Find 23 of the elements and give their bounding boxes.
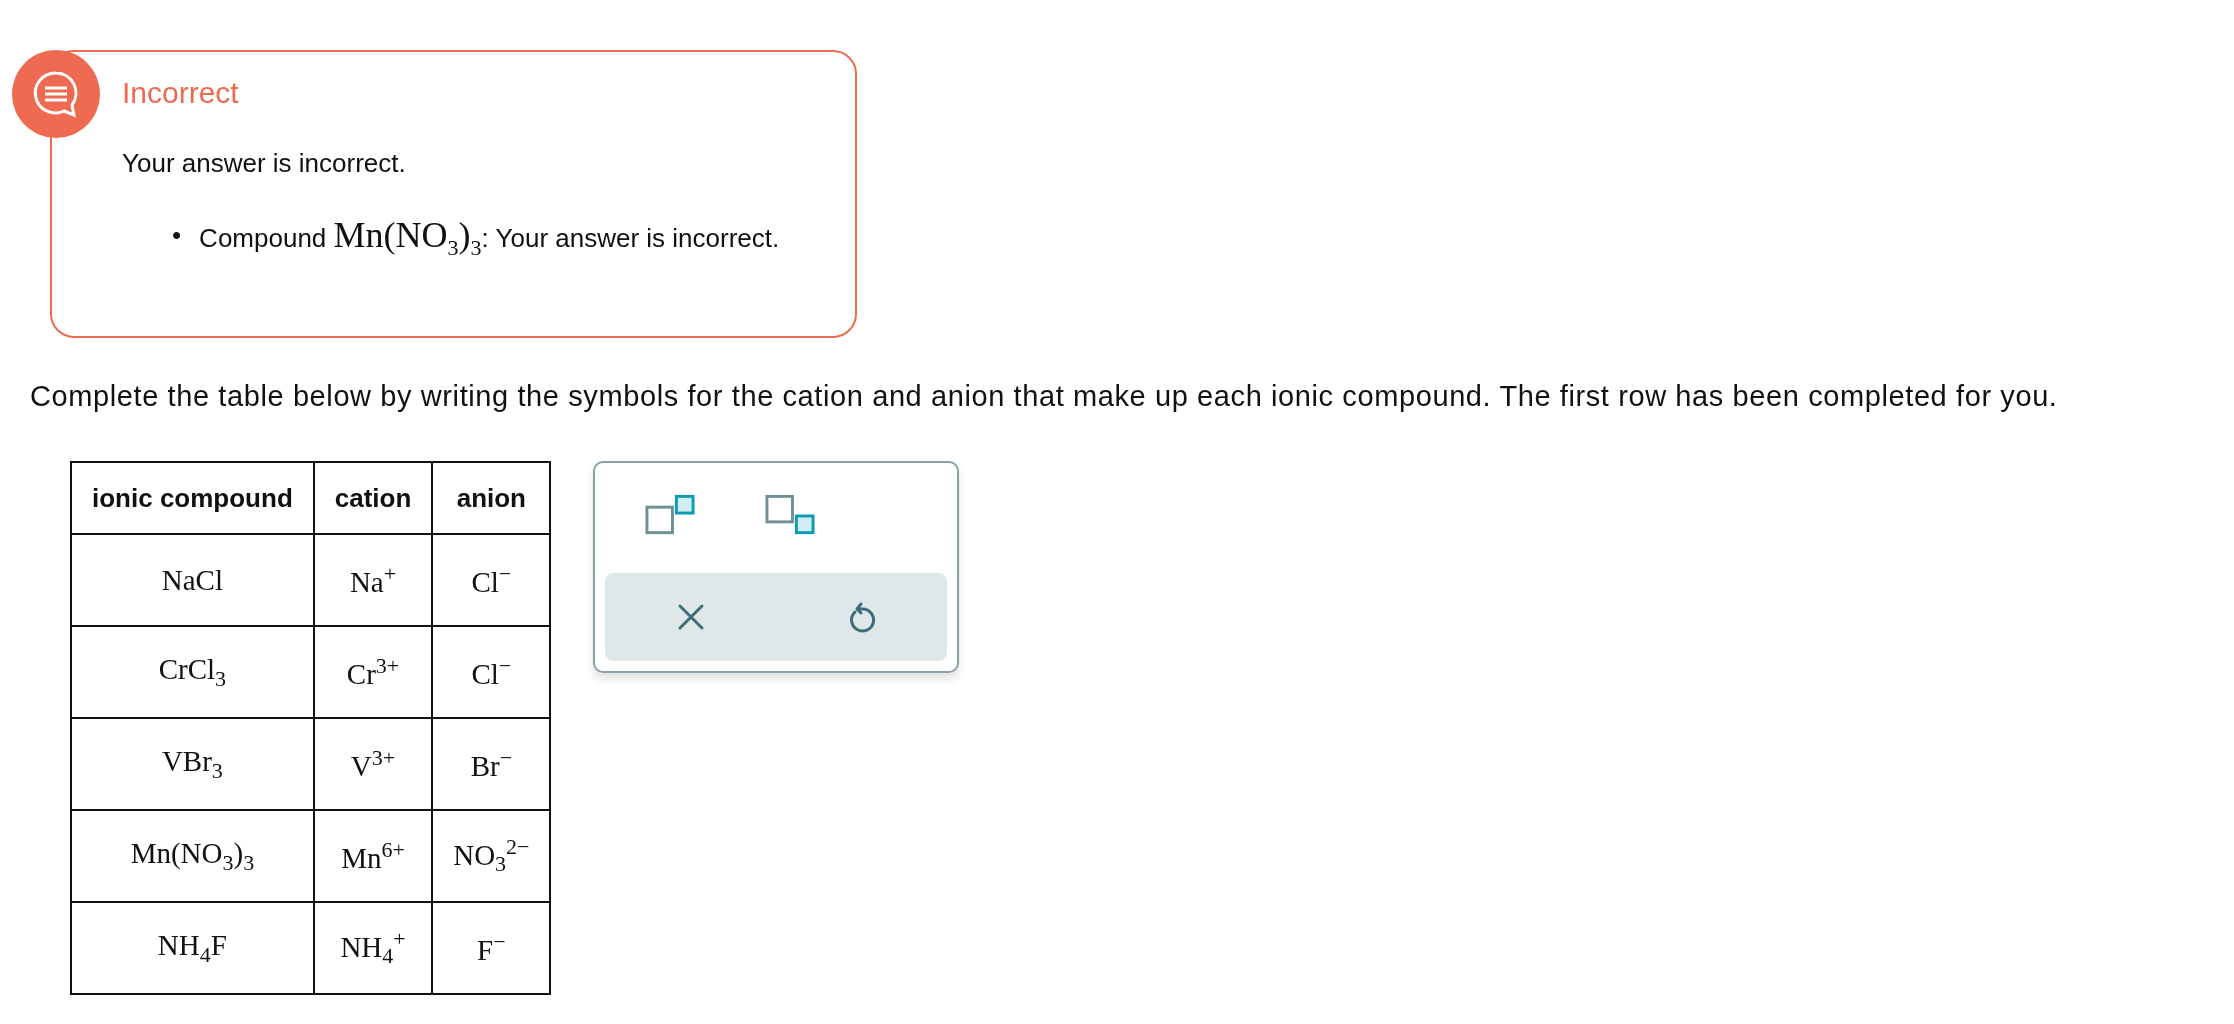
table-cell: NaCl <box>71 534 314 626</box>
table-cell: Cl$^{−}$ <box>432 534 551 626</box>
feedback-title: Incorrect <box>122 76 239 110</box>
table-cell: Br$^{−}$ <box>432 718 551 810</box>
column-header: ionic compound <box>71 462 314 534</box>
table-cell: Mn$^{6+}$ <box>313 810 433 902</box>
table-cell: F$^{−}$ <box>432 902 551 994</box>
table-cell: Na$^{+}$ <box>313 534 433 626</box>
instruction-text: Complete the table below by writing the symbols for the cation and anion that make up each ionic compound. The first row has been completed for you. <box>30 380 2058 413</box>
table-cell: V$^{3+}$ <box>313 718 433 810</box>
subscript-icon <box>765 493 816 536</box>
table-cell: Cl$^{−}$ <box>432 626 551 718</box>
column-header: cation <box>313 462 433 534</box>
table-cell: Cr$^{3+}$ <box>313 626 433 718</box>
feedback-item: Compound Mn(NO$_{3}$)$_{3}$: Your answer is incorrect. <box>199 214 780 263</box>
column-header: anion <box>432 462 551 534</box>
superscript-icon <box>645 493 696 536</box>
bullet: • <box>172 219 182 251</box>
feedback-message: Your answer is incorrect. <box>122 148 406 179</box>
table-cell: CrCl$_{3}$ <box>71 626 314 718</box>
table-cell: Mn(NO$_{3}$)$_{3}$ <box>71 810 314 902</box>
table-cell: VBr$_{3}$ <box>71 718 314 810</box>
table-cell: NH$_{4}$F <box>71 902 314 994</box>
